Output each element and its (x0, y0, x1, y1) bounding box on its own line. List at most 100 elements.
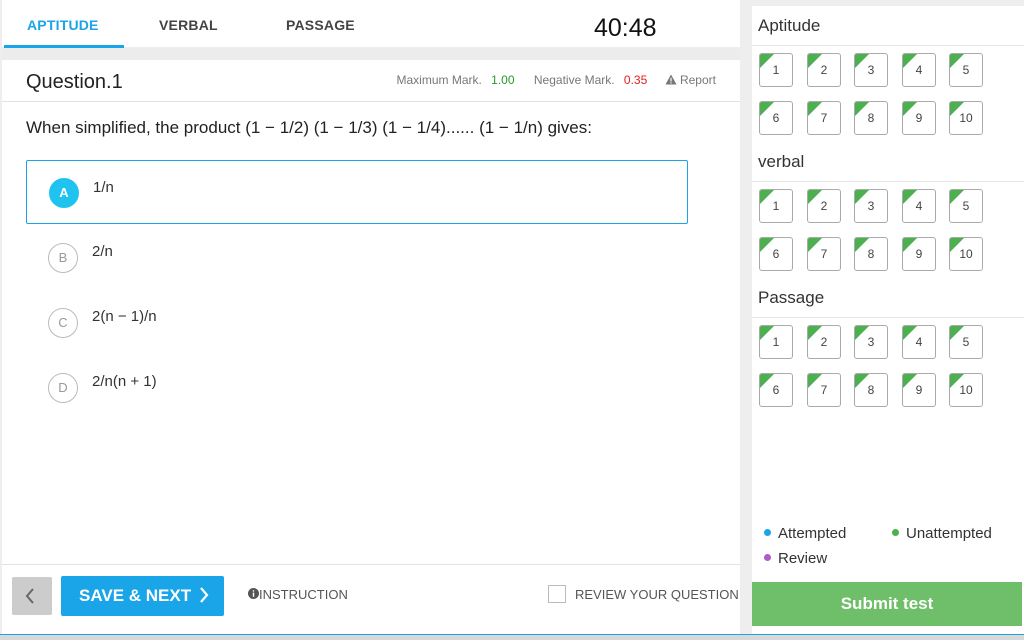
unattempted-corner-icon (903, 326, 917, 340)
option-b[interactable]: B 2/n (26, 225, 688, 289)
palette-question-button[interactable]: 3 (854, 189, 888, 223)
palette-question-button[interactable]: 5 (949, 189, 983, 223)
unattempted-dot-icon (892, 528, 899, 536)
unattempted-corner-icon (950, 326, 964, 340)
palette-question-button[interactable]: 3 (854, 53, 888, 87)
unattempted-corner-icon (855, 238, 869, 252)
save-and-next-button[interactable]: SAVE & NEXT (61, 576, 224, 616)
question-text: When simplified, the product (1 − 1/2) (… (26, 118, 592, 137)
palette-question-button[interactable]: 7 (807, 101, 841, 135)
option-c[interactable]: C 2(n − 1)/n (26, 290, 688, 354)
palette-question-button[interactable]: 6 (759, 237, 793, 271)
unattempted-corner-icon (855, 54, 869, 68)
legend-unattempted: Unattempted (892, 525, 992, 542)
unattempted-corner-icon (760, 190, 774, 204)
bottom-border (0, 634, 1024, 640)
report-link[interactable]: Report (665, 73, 716, 87)
divider (752, 317, 1024, 318)
palette-question-button[interactable]: 2 (807, 53, 841, 87)
palette-question-button[interactable]: 2 (807, 189, 841, 223)
unattempted-corner-icon (903, 374, 917, 388)
review-label: REVIEW YOUR QUESTION (575, 587, 739, 602)
instruction-link[interactable]: INSTRUCTION (248, 587, 348, 602)
unattempted-corner-icon (808, 54, 822, 68)
tab-aptitude[interactable]: APTITUDE (27, 17, 99, 33)
legend-review: Review (764, 550, 827, 567)
palette-question-button[interactable]: 8 (854, 101, 888, 135)
option-text: 2(n − 1)/n (92, 308, 157, 325)
option-text: 2/n (92, 243, 113, 260)
legend-review-label: Review (778, 550, 828, 567)
review-checkbox[interactable] (548, 585, 566, 603)
option-letter: A (49, 178, 79, 208)
palette-question-button[interactable]: 6 (759, 101, 793, 135)
legend-unattempted-label: Unattempted (906, 525, 992, 542)
palette-question-button[interactable]: 1 (759, 189, 793, 223)
option-a[interactable]: A 1/n (26, 160, 688, 224)
unattempted-corner-icon (903, 190, 917, 204)
question-title: Question.1 (26, 71, 123, 93)
palette-question-button[interactable]: 8 (854, 237, 888, 271)
palette-question-button[interactable]: 1 (759, 325, 793, 359)
palette-question-button[interactable]: 5 (949, 325, 983, 359)
review-dot-icon (764, 553, 771, 561)
palette-question-button[interactable]: 7 (807, 237, 841, 271)
palette-section-title: Aptitude (758, 16, 821, 35)
unattempted-corner-icon (760, 326, 774, 340)
unattempted-corner-icon (855, 190, 869, 204)
palette-question-button[interactable]: 1 (759, 53, 793, 87)
instruction-label: INSTRUCTION (259, 587, 348, 602)
unattempted-corner-icon (808, 102, 822, 116)
previous-button[interactable] (12, 577, 52, 615)
palette-question-button[interactable]: 7 (807, 373, 841, 407)
palette-question-button[interactable]: 4 (902, 325, 936, 359)
unattempted-corner-icon (950, 54, 964, 68)
unattempted-corner-icon (950, 238, 964, 252)
unattempted-corner-icon (808, 374, 822, 388)
palette-question-button[interactable]: 6 (759, 373, 793, 407)
legend-attempted-label: Attempted (778, 525, 847, 542)
marks-info: Maximum Mark. 1.00 Negative Mark. 0.35 R… (396, 73, 716, 87)
info-icon (248, 588, 259, 599)
unattempted-corner-icon (760, 54, 774, 68)
unattempted-corner-icon (808, 238, 822, 252)
palette-question-button[interactable]: 9 (902, 101, 936, 135)
max-mark-label: Maximum Mark. (396, 73, 482, 87)
palette-question-button[interactable]: 3 (854, 325, 888, 359)
divider (752, 181, 1024, 182)
option-d[interactable]: D 2/n(n + 1) (26, 355, 688, 419)
unattempted-corner-icon (855, 102, 869, 116)
option-text: 2/n(n + 1) (92, 373, 157, 390)
palette-question-button[interactable]: 10 (949, 373, 983, 407)
option-letter: D (48, 373, 78, 403)
unattempted-corner-icon (855, 374, 869, 388)
palette-question-button[interactable]: 9 (902, 373, 936, 407)
palette-question-button[interactable]: 4 (902, 189, 936, 223)
option-letter: B (48, 243, 78, 273)
palette-question-button[interactable]: 10 (949, 101, 983, 135)
submit-test-button[interactable]: Submit test (752, 582, 1022, 626)
warning-icon (665, 74, 677, 85)
divider (2, 48, 740, 60)
unattempted-corner-icon (903, 238, 917, 252)
tab-verbal[interactable]: VERBAL (159, 17, 218, 33)
palette-question-button[interactable]: 10 (949, 237, 983, 271)
question-panel: APTITUDE VERBAL PASSAGE 40:48 Question.1… (2, 0, 740, 634)
unattempted-corner-icon (808, 326, 822, 340)
palette-question-button[interactable]: 4 (902, 53, 936, 87)
unattempted-corner-icon (950, 102, 964, 116)
option-letter: C (48, 308, 78, 338)
divider (752, 45, 1024, 46)
unattempted-corner-icon (903, 54, 917, 68)
palette-question-button[interactable]: 8 (854, 373, 888, 407)
section-tabs: APTITUDE VERBAL PASSAGE 40:48 (2, 0, 740, 54)
report-label: Report (679, 73, 716, 87)
palette-question-button[interactable]: 2 (807, 325, 841, 359)
question-footer: SAVE & NEXT INSTRUCTION REVIEW YOUR QUES… (2, 564, 740, 634)
chevron-left-icon (25, 588, 34, 604)
question-palette: Aptitude 1 2 3 4 5 6 7 8 9 10 verbal 1 2 3 4 5 6 7 8 9 10 … (752, 6, 1024, 634)
palette-question-button[interactable]: 9 (902, 237, 936, 271)
tab-passage[interactable]: PASSAGE (286, 17, 355, 33)
option-text: 1/n (93, 179, 114, 196)
palette-question-button[interactable]: 5 (949, 53, 983, 87)
